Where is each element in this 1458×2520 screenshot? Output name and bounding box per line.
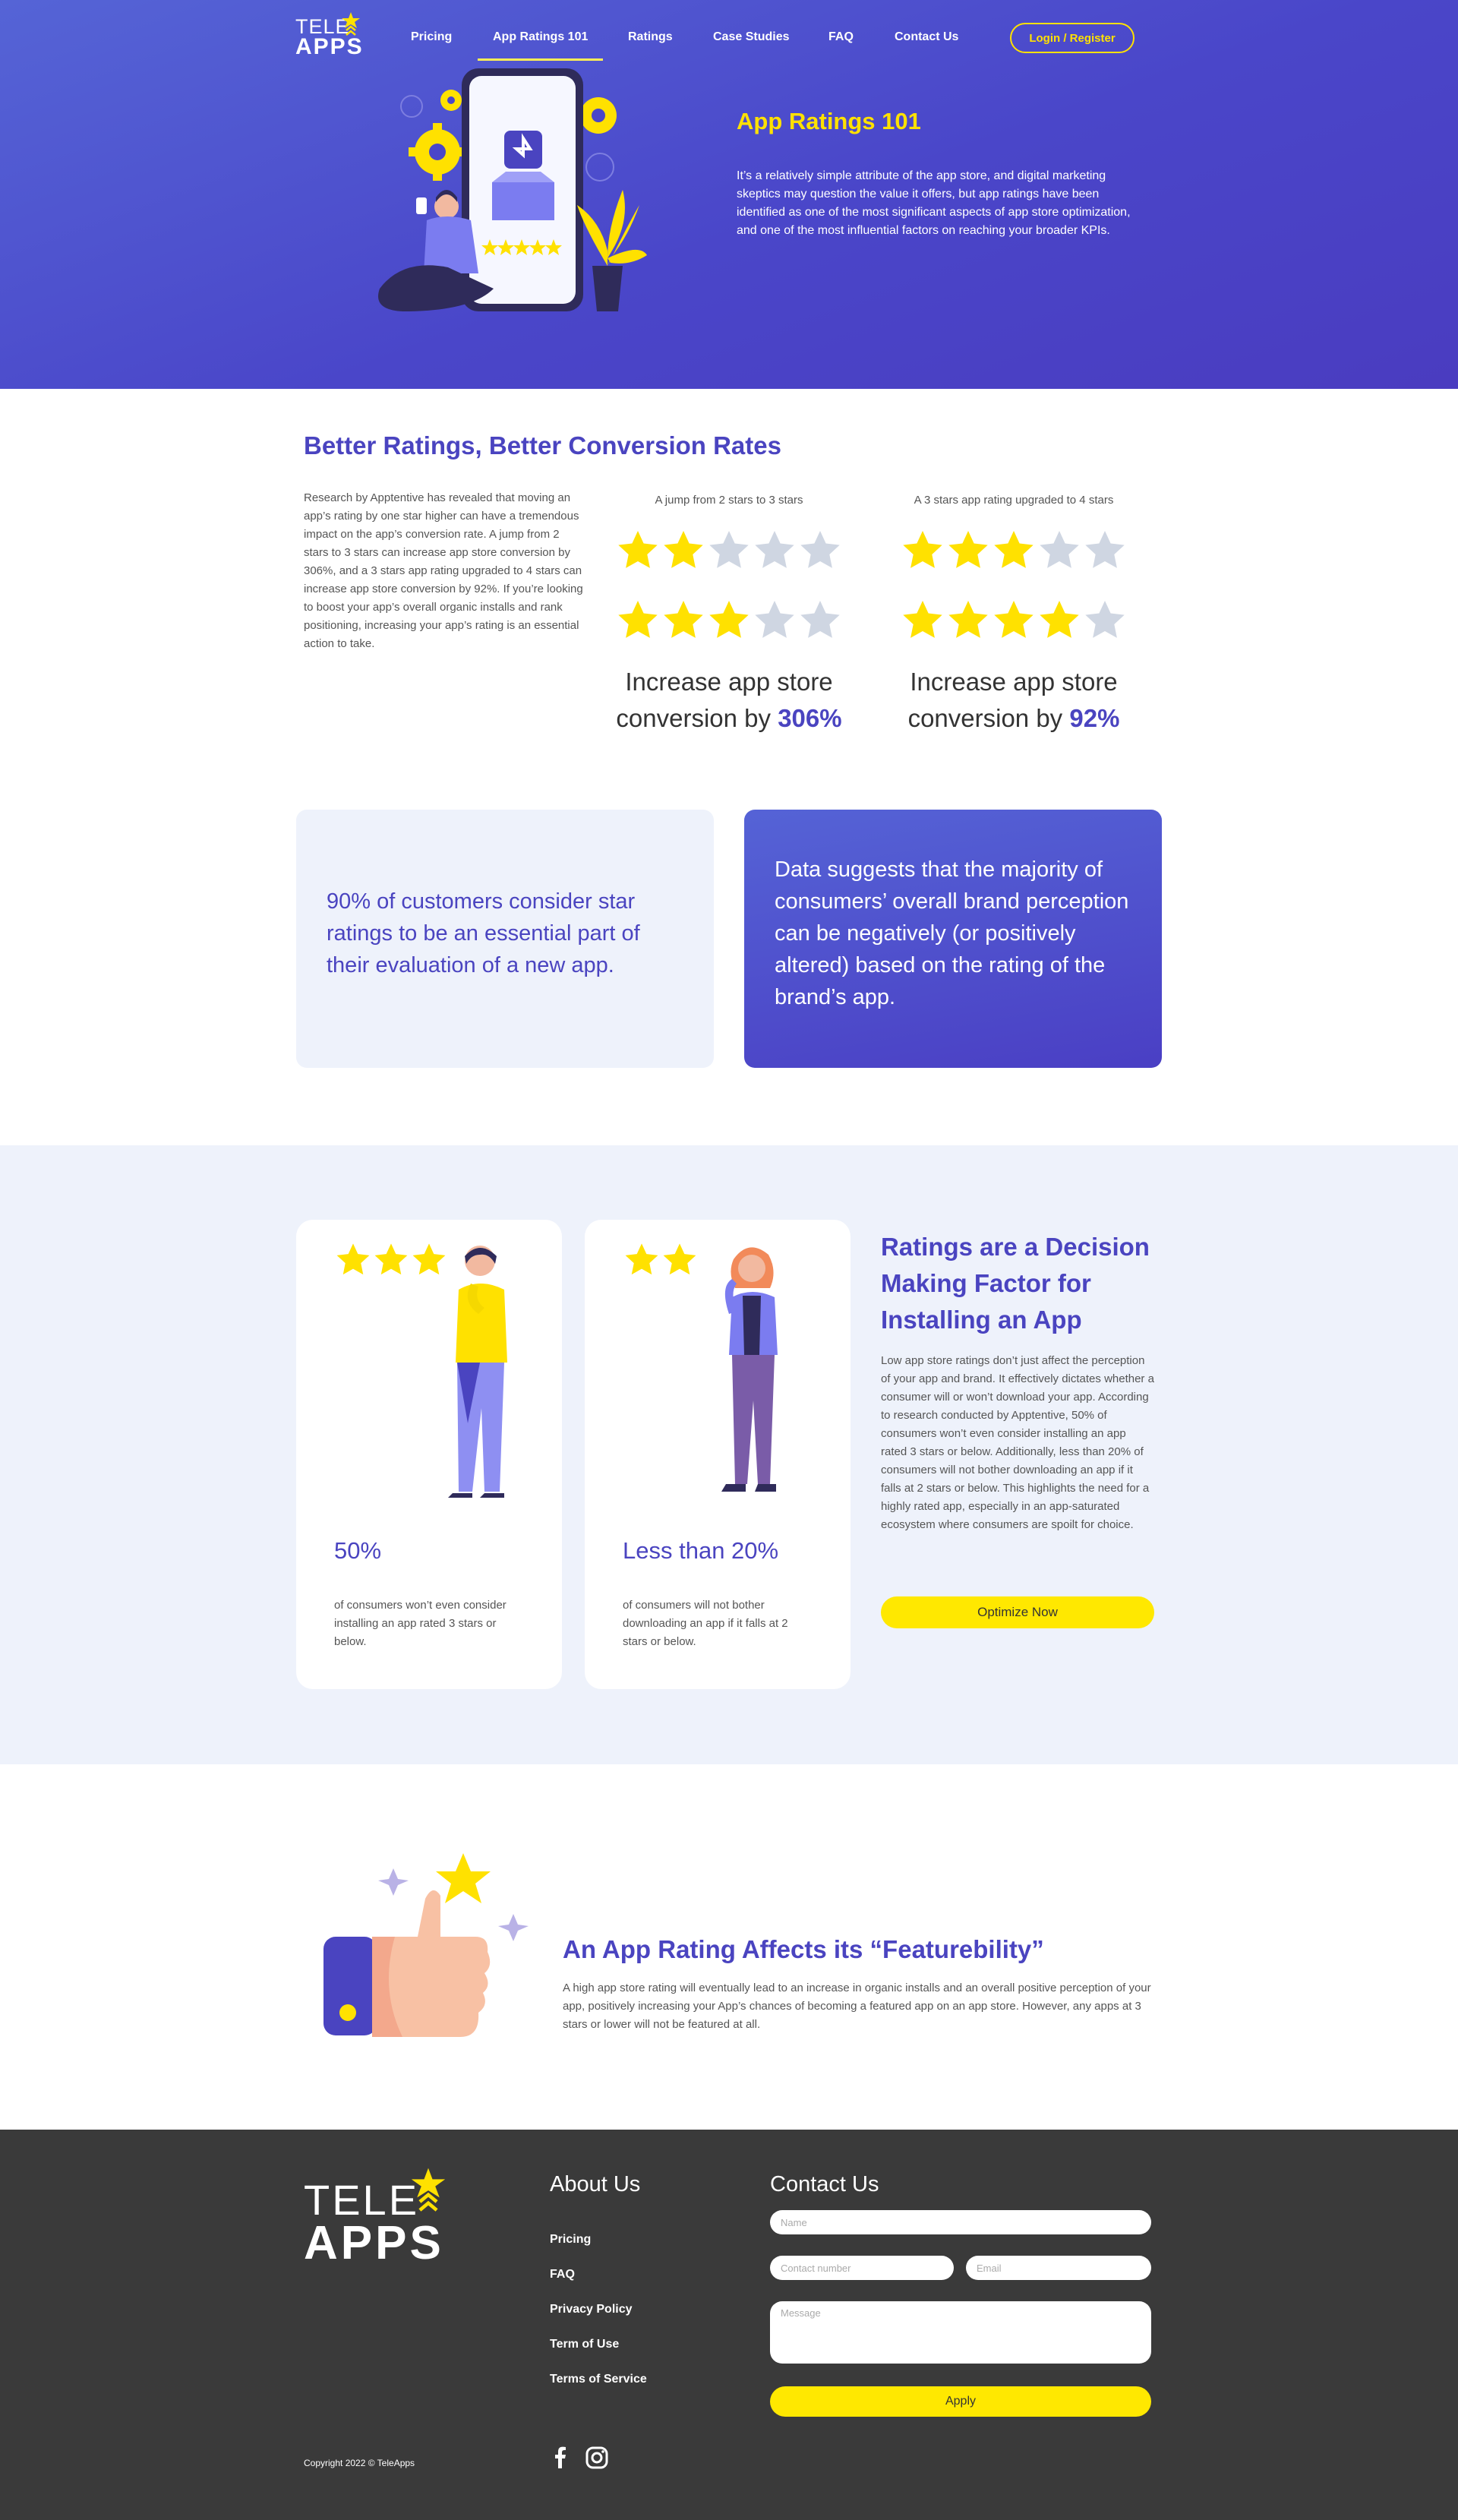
decision-title: Ratings are a Decision Making Factor for… bbox=[881, 1233, 1150, 1334]
footer-logo[interactable]: TELE APPS bbox=[304, 2168, 456, 2269]
star-row-after bbox=[885, 594, 1143, 647]
copyright-text: Copyright 2022 © TeleApps bbox=[304, 2458, 415, 2468]
stat-card-description: of consumers will not bother downloading… bbox=[623, 1599, 788, 1648]
conversion-increase-value: 92% bbox=[1069, 704, 1120, 732]
star-filled-icon bbox=[948, 601, 988, 638]
star-filled-icon bbox=[948, 531, 988, 568]
conversion-title: Better Ratings, Better Conversion Rates bbox=[304, 431, 781, 459]
nav-app-ratings-101[interactable]: App Ratings 101 bbox=[477, 30, 604, 61]
decision-description: Low app store ratings don’t just affect … bbox=[881, 1354, 1154, 1531]
star-empty-icon bbox=[800, 531, 840, 568]
rating-jump-2-to-3: A jump from 2 stars to 3 stars Increase … bbox=[600, 494, 858, 737]
footer-link-term-of-use[interactable]: Term of Use bbox=[550, 2338, 619, 2351]
hero-phone-illustration bbox=[378, 68, 647, 311]
site-footer: TELE APPS About Us Pricing FAQ Privacy P… bbox=[0, 2130, 1458, 2520]
footer-logo-line2: APPS bbox=[304, 2217, 444, 2269]
rating-jump-3-to-4: A 3 stars app rating upgraded to 4 stars… bbox=[885, 494, 1143, 737]
rating-jump-label: A jump from 2 stars to 3 stars bbox=[655, 494, 803, 507]
footer-about-title: About Us bbox=[550, 2172, 641, 2196]
star-empty-icon bbox=[1085, 531, 1125, 568]
rating-jump-label: A 3 stars app rating upgraded to 4 stars bbox=[914, 494, 1114, 507]
optimize-now-button[interactable]: Optimize Now bbox=[881, 1596, 1154, 1628]
star-filled-icon bbox=[903, 531, 942, 568]
nav-contact-us[interactable]: Contact Us bbox=[895, 30, 958, 44]
callout-dark-text: Data suggests that the majority of consu… bbox=[775, 857, 1129, 1009]
footer-link-pricing[interactable]: Pricing bbox=[550, 2233, 591, 2247]
star-row-before bbox=[600, 524, 858, 577]
footer-link-faq[interactable]: FAQ bbox=[550, 2268, 575, 2282]
footer-link-terms-of-service[interactable]: Terms of Service bbox=[550, 2373, 647, 2386]
star-filled-icon bbox=[903, 601, 942, 638]
stat-card-less-than-20: Less than 20% of consumers will not both… bbox=[585, 1220, 850, 1689]
conversion-increase-value: 306% bbox=[778, 704, 842, 732]
nav-ratings[interactable]: Ratings bbox=[628, 30, 673, 44]
thinking-woman-illustration bbox=[721, 1247, 778, 1492]
message-field[interactable] bbox=[770, 2301, 1151, 2364]
star-filled-icon bbox=[625, 1243, 658, 1275]
callout-card-light: 90% of customers consider star ratings t… bbox=[296, 810, 714, 1068]
hero-title: App Ratings 101 bbox=[737, 108, 921, 134]
conversion-increase: Increase app store conversion by 92% bbox=[885, 664, 1143, 737]
name-field[interactable] bbox=[770, 2210, 1151, 2234]
star-filled-icon bbox=[664, 601, 703, 638]
login-register-button[interactable]: Login / Register bbox=[1010, 23, 1135, 53]
featurebility-title: An App Rating Affects its “Featurebility… bbox=[563, 1935, 1044, 1963]
logo-star-icon bbox=[342, 12, 360, 36]
star-filled-icon bbox=[664, 531, 703, 568]
email-field[interactable] bbox=[966, 2256, 1151, 2280]
featurebility-description: A high app store rating will eventually … bbox=[563, 1982, 1151, 2031]
conversion-description: Research by Apptentive has revealed that… bbox=[304, 491, 583, 650]
callout-card-dark: Data suggests that the majority of consu… bbox=[744, 810, 1162, 1068]
star-filled-icon bbox=[994, 531, 1034, 568]
star-filled-icon bbox=[336, 1243, 370, 1275]
stat-card-50: 50% of consumers won’t even consider ins… bbox=[296, 1220, 562, 1689]
stat-card-value: Less than 20% bbox=[623, 1537, 779, 1564]
star-row-after bbox=[600, 594, 858, 647]
star-empty-icon bbox=[709, 531, 749, 568]
star-row-before bbox=[885, 524, 1143, 577]
thinking-man-illustration bbox=[448, 1246, 507, 1498]
star-empty-icon bbox=[800, 601, 840, 638]
star-empty-icon bbox=[755, 601, 794, 638]
footer-contact-title: Contact Us bbox=[770, 2172, 879, 2196]
nav-pricing[interactable]: Pricing bbox=[411, 30, 452, 44]
instagram-icon[interactable] bbox=[583, 2444, 611, 2471]
star-empty-icon bbox=[1040, 531, 1079, 568]
hero-section: TELE APPS Pricing App Ratings 101 Rating… bbox=[0, 0, 1458, 389]
logo-line2: APPS bbox=[295, 34, 364, 59]
site-logo[interactable]: TELE APPS bbox=[295, 12, 364, 59]
stat-card-description: of consumers won’t even consider install… bbox=[334, 1599, 507, 1648]
star-filled-icon bbox=[618, 601, 658, 638]
footer-link-privacy-policy[interactable]: Privacy Policy bbox=[550, 2303, 633, 2316]
nav-case-studies[interactable]: Case Studies bbox=[713, 30, 789, 44]
footer-logo-star-icon bbox=[411, 2168, 446, 2212]
star-filled-icon bbox=[374, 1243, 408, 1275]
callout-light-text: 90% of customers consider star ratings t… bbox=[327, 889, 640, 977]
hero-description: It’s a relatively simple attribute of th… bbox=[737, 169, 1131, 237]
star-filled-icon bbox=[618, 531, 658, 568]
apply-button[interactable]: Apply bbox=[770, 2386, 1151, 2417]
decision-section: 50% of consumers won’t even consider ins… bbox=[0, 1145, 1458, 1764]
star-filled-icon bbox=[663, 1243, 696, 1275]
nav-faq[interactable]: FAQ bbox=[828, 30, 854, 44]
star-empty-icon bbox=[755, 531, 794, 568]
conversion-increase: Increase app store conversion by 306% bbox=[600, 664, 858, 737]
top-nav: TELE APPS Pricing App Ratings 101 Rating… bbox=[0, 0, 1458, 76]
star-filled-icon bbox=[994, 601, 1034, 638]
stat-card-stars bbox=[623, 1241, 699, 1279]
star-filled-icon bbox=[709, 601, 749, 638]
facebook-icon[interactable] bbox=[547, 2444, 574, 2471]
contact-number-field[interactable] bbox=[770, 2256, 954, 2280]
star-filled-icon bbox=[1040, 601, 1079, 638]
stat-card-value: 50% bbox=[334, 1537, 382, 1564]
star-empty-icon bbox=[1085, 601, 1125, 638]
thumbs-up-illustration bbox=[323, 1853, 529, 2037]
